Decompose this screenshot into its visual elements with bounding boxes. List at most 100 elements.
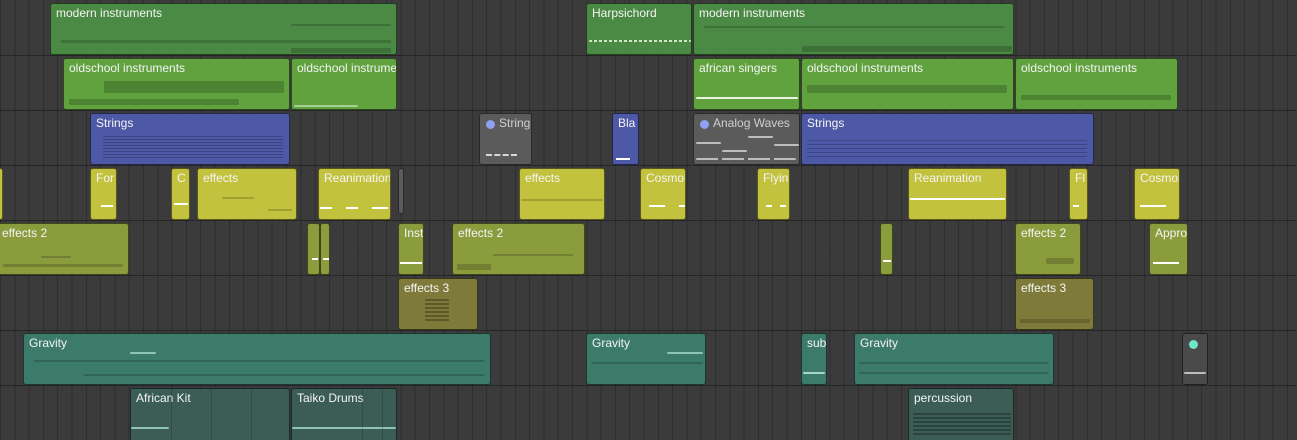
midi-notes <box>69 99 239 105</box>
region-analog-waves[interactable]: Analog Waves <box>693 113 800 165</box>
midi-notes <box>222 197 254 199</box>
region-reanimation[interactable]: Reanimation <box>318 168 391 220</box>
region-reanimation-2[interactable]: Reanimation <box>908 168 1007 220</box>
midi-notes <box>174 203 188 205</box>
region-label: Strings <box>807 116 845 130</box>
region-appro[interactable]: Appro <box>1149 223 1188 275</box>
region-for[interactable]: For <box>90 168 117 220</box>
midi-notes <box>312 258 318 260</box>
region-c[interactable]: C <box>171 168 190 220</box>
region-effects-left-edge[interactable] <box>0 168 3 220</box>
midi-notes <box>616 158 630 160</box>
region-harpsichord[interactable]: Harpsichord <box>586 3 692 55</box>
region-oldschool-instruments-4[interactable]: oldschool instruments <box>1015 58 1178 110</box>
region-gravity[interactable]: Gravity <box>23 333 491 385</box>
region-empty-audio[interactable] <box>1182 333 1208 385</box>
region-effects-3-b[interactable]: effects 3 <box>1015 278 1094 330</box>
region-gravity-2[interactable]: Gravity <box>586 333 706 385</box>
region-effects-b[interactable]: effects <box>519 168 605 220</box>
region-oldschool-instruments-2[interactable]: oldschool instrume <box>291 58 397 110</box>
midi-notes <box>803 372 825 374</box>
region-gravity-3[interactable]: Gravity <box>854 333 1054 385</box>
midi-notes <box>84 374 484 376</box>
track-lane-divider <box>0 165 1297 166</box>
region-strings[interactable]: Strings <box>90 113 290 165</box>
region-effects-3[interactable]: effects 3 <box>398 278 478 330</box>
loop-divider <box>171 389 172 440</box>
region-oldschool-instruments[interactable]: oldschool instruments <box>63 58 290 110</box>
midi-notes <box>696 158 796 160</box>
midi-notes <box>696 142 721 144</box>
region-label: oldschool instrume <box>297 61 397 75</box>
region-bla[interactable]: Bla <box>612 113 639 165</box>
region-label: effects 3 <box>1021 281 1067 295</box>
region-effects[interactable]: effects <box>197 168 297 220</box>
region-label: Gravity <box>29 336 68 350</box>
region-label: Cosmol <box>1140 171 1180 185</box>
region-taiko-drums[interactable]: Taiko Drums <box>291 388 397 440</box>
region-inst[interactable]: Inst <box>398 223 424 275</box>
region-label: modern instruments <box>699 6 806 20</box>
region-modern-instruments-2[interactable]: modern instruments <box>693 3 1014 55</box>
region-sliver[interactable] <box>398 168 404 214</box>
midi-notes <box>591 362 703 364</box>
region-effects-2[interactable]: effects 2 <box>0 223 129 275</box>
region-slim-c[interactable] <box>880 223 893 275</box>
midi-notes <box>1046 258 1074 264</box>
region-percussion[interactable]: percussion <box>908 388 1014 440</box>
midi-notes <box>130 352 156 354</box>
midi-notes <box>323 258 329 260</box>
region-label: Strings <box>96 116 134 130</box>
midi-notes <box>589 40 691 42</box>
region-label: effects 3 <box>404 281 450 295</box>
region-label: effects 2 <box>2 226 48 240</box>
midi-notes <box>486 154 517 156</box>
midi-notes <box>291 48 391 53</box>
region-slim-b[interactable] <box>320 223 330 275</box>
region-flyin[interactable]: Flyin <box>757 168 790 220</box>
region-african-kit[interactable]: African Kit <box>130 388 290 440</box>
region-slim-a[interactable] <box>307 223 320 275</box>
midi-notes <box>859 362 1049 364</box>
region-effects-2-c[interactable]: effects 2 <box>1015 223 1081 275</box>
midi-notes <box>103 136 283 160</box>
midi-notes <box>1140 205 1166 207</box>
region-label: Cosmol <box>646 171 686 185</box>
midi-notes <box>493 254 573 256</box>
arrange-area[interactable]: modern instruments Harpsichord modern in… <box>0 0 1297 440</box>
midi-notes <box>521 199 603 201</box>
midi-notes <box>704 26 1004 28</box>
region-label: oldschool instruments <box>69 61 186 75</box>
region-label: Analog Waves <box>713 116 790 130</box>
region-strings-2[interactable]: Strings <box>801 113 1094 165</box>
midi-notes <box>766 205 772 207</box>
midi-notes <box>41 256 71 258</box>
region-sub[interactable]: sub <box>801 333 827 385</box>
midi-notes <box>425 299 449 323</box>
region-label: oldschool instruments <box>807 61 924 75</box>
region-cosmol-2[interactable]: Cosmol <box>1134 168 1180 220</box>
track-lane-divider <box>0 275 1297 276</box>
midi-notes <box>722 150 747 152</box>
region-oldschool-instruments-3[interactable]: oldschool instruments <box>801 58 1014 110</box>
region-label: String <box>499 116 531 130</box>
region-label: Flyin <box>763 171 789 185</box>
region-effects-2-b[interactable]: effects 2 <box>452 223 585 275</box>
region-string-muted[interactable]: String <box>479 113 532 165</box>
region-cosmol[interactable]: Cosmol <box>640 168 686 220</box>
region-label: effects <box>203 171 239 185</box>
region-modern-instruments[interactable]: modern instruments <box>50 3 397 55</box>
record-icon <box>700 120 709 129</box>
region-label: Taiko Drums <box>297 391 364 405</box>
region-label: modern instruments <box>56 6 163 20</box>
region-label: effects 2 <box>1021 226 1067 240</box>
region-label: effects <box>525 171 561 185</box>
region-african-singers[interactable]: african singers <box>693 58 800 110</box>
track-lane-divider <box>0 55 1297 56</box>
region-label: For <box>96 171 114 185</box>
midi-notes <box>1184 372 1206 374</box>
midi-notes <box>291 24 391 26</box>
region-label: Inst <box>404 226 424 240</box>
track-lane-divider <box>0 330 1297 331</box>
region-fl[interactable]: Fl <box>1069 168 1088 220</box>
